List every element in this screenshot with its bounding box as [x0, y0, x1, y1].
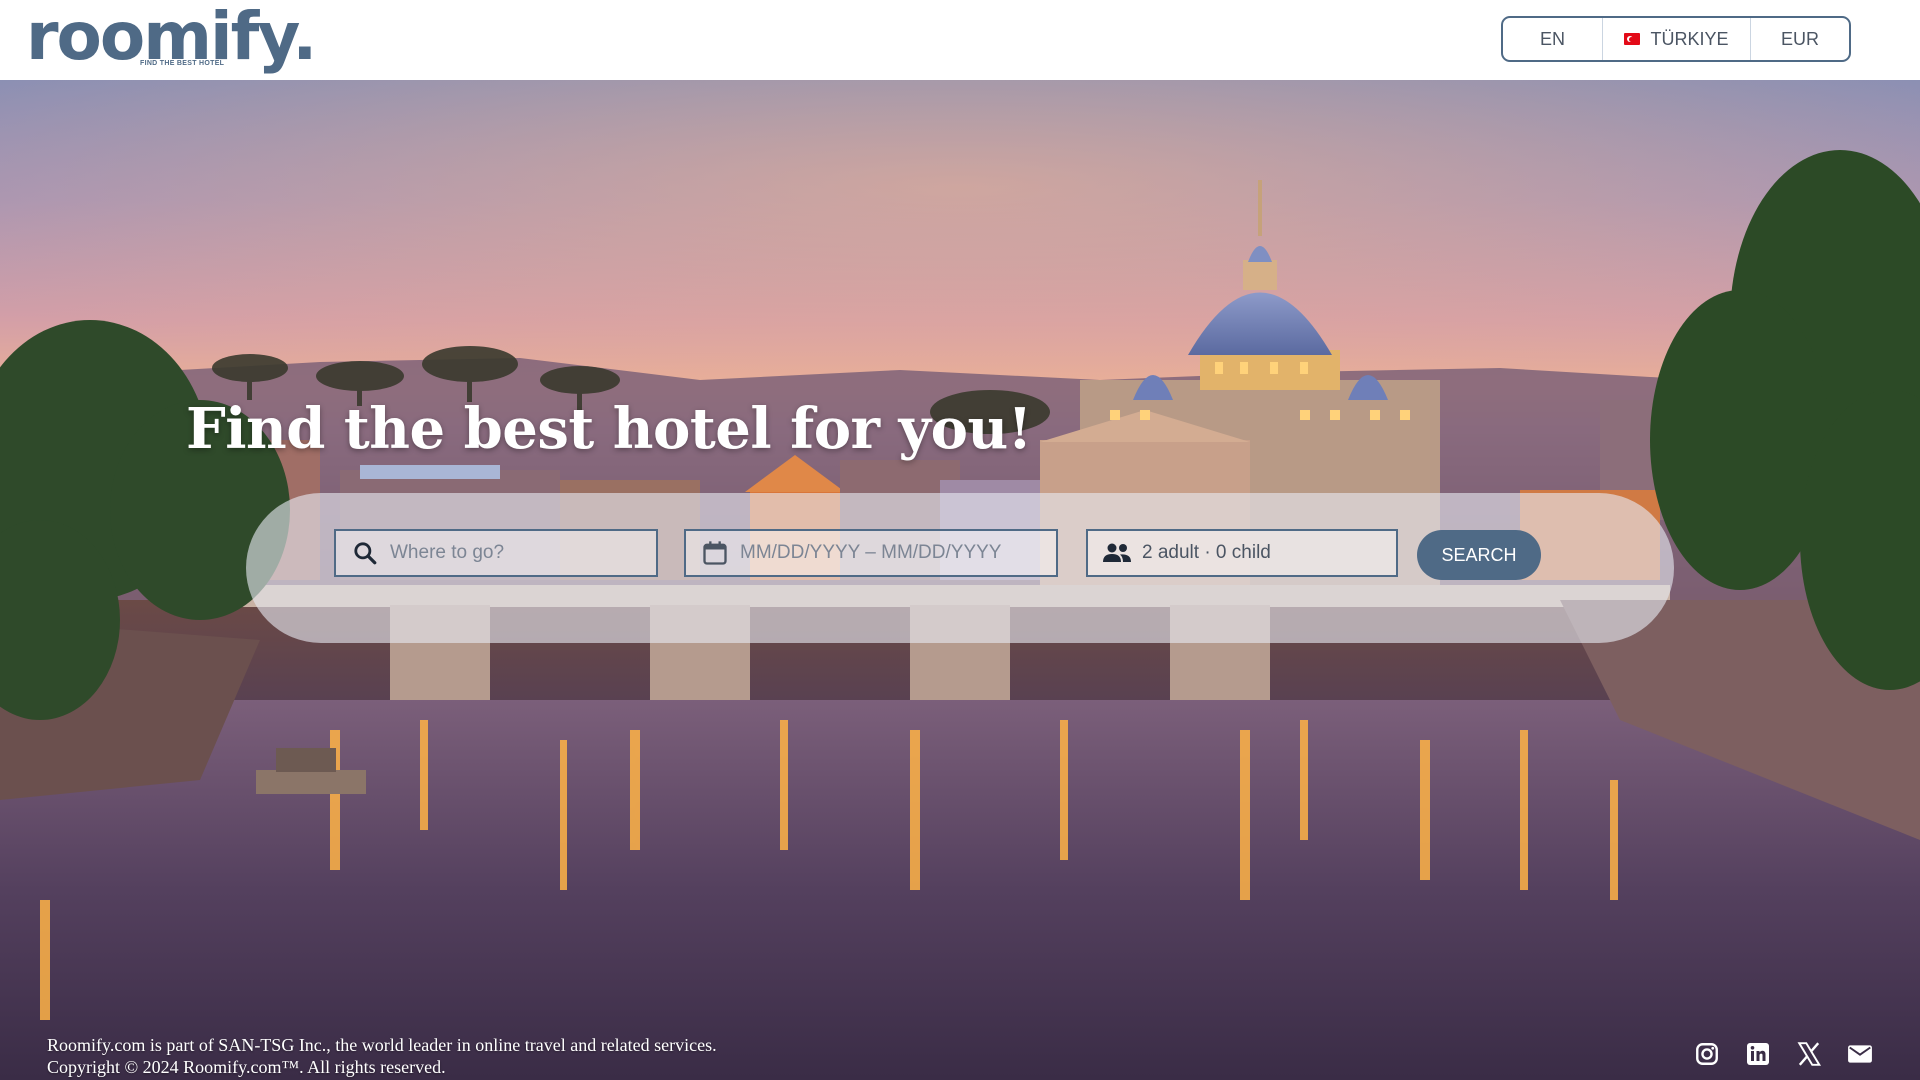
calendar-icon	[700, 538, 730, 568]
date-range-field[interactable]	[684, 529, 1058, 577]
locale-selector: EN TÜRKIYE EUR	[1501, 16, 1851, 62]
language-selector[interactable]: EN	[1503, 18, 1603, 60]
footer-text: Roomify.com is part of SAN-TSG Inc., the…	[47, 1034, 717, 1078]
logo-tagline: FIND THE BEST HOTEL	[140, 60, 225, 67]
search-icon	[350, 538, 380, 568]
date-range-input[interactable]	[740, 542, 1056, 564]
currency-label: EUR	[1780, 28, 1819, 49]
destination-field[interactable]	[334, 529, 658, 577]
linkedin-icon[interactable]	[1744, 1040, 1772, 1068]
footer-copyright-line: Copyright © 2024 Roomify.com™. All right…	[47, 1057, 446, 1077]
instagram-icon[interactable]	[1693, 1040, 1721, 1068]
logo[interactable]: roomify. FIND THE BEST HOTEL	[26, 4, 317, 70]
turkey-flag-icon	[1624, 33, 1641, 45]
mail-icon[interactable]	[1846, 1040, 1874, 1068]
x-icon[interactable]	[1795, 1040, 1823, 1068]
footer-company-line: Roomify.com is part of SAN-TSG Inc., the…	[47, 1035, 717, 1055]
hero-title: Find the best hotel for you!	[186, 396, 1032, 462]
currency-selector[interactable]: EUR	[1751, 18, 1849, 60]
site-header: roomify. FIND THE BEST HOTEL EN TÜRKIYE …	[0, 0, 1920, 80]
country-label: TÜRKIYE	[1650, 28, 1729, 49]
search-button[interactable]: SEARCH	[1417, 530, 1541, 580]
social-links	[1693, 1040, 1874, 1068]
destination-input[interactable]	[390, 542, 656, 564]
language-label: EN	[1539, 28, 1565, 49]
people-icon	[1102, 538, 1132, 568]
guests-value: 2 adult · 0 child	[1142, 542, 1271, 563]
country-selector[interactable]: TÜRKIYE	[1603, 18, 1751, 60]
guests-field[interactable]: 2 adult · 0 child	[1086, 529, 1398, 577]
